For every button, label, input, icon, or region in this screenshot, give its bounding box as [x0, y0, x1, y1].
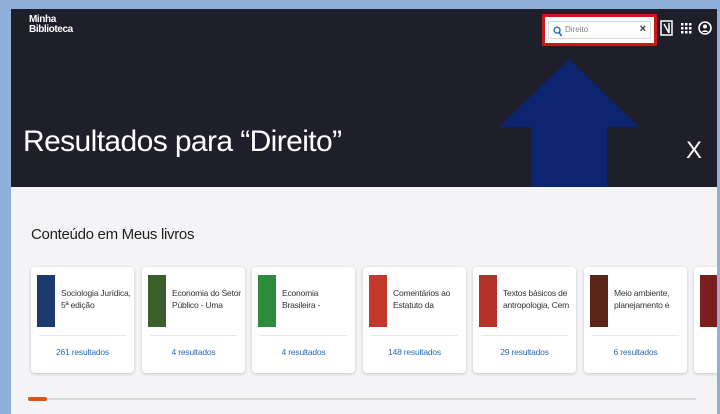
logo-line-2: Biblioteca: [29, 24, 73, 35]
page-title: Resultados para “Direito”: [23, 125, 342, 158]
book-card[interactable]: Comentários ao Estatuto da Criança... 14…: [363, 267, 466, 373]
book-cover: [37, 275, 55, 327]
card-divider: [39, 335, 126, 336]
book-title: Meio ambiente, planejamento e des...: [614, 288, 670, 313]
scrollbar-thumb[interactable]: [28, 397, 47, 401]
book-title: Economia Brasileira - Fundamentos e Atu.…: [282, 288, 339, 313]
book-title: Textos básicos de antropologia, Cem a...: [503, 288, 570, 313]
close-icon[interactable]: X: [686, 139, 702, 163]
book-cover: [258, 275, 276, 327]
card-divider: [592, 335, 679, 336]
app-window: Minha Biblioteca Direito × Resultados pa…: [11, 9, 717, 414]
book-cover: [148, 275, 166, 327]
card-divider: [260, 335, 347, 336]
book-title: Economia do Setor Público - Uma Abor...: [172, 288, 241, 313]
book-card[interactable]: Economia do Setor Público - Uma Abor... …: [142, 267, 245, 373]
apps-grid-icon[interactable]: [679, 20, 693, 36]
results-link[interactable]: 148 resultados: [363, 347, 466, 357]
book-title: Comentários ao Estatuto da Criança...: [393, 288, 451, 313]
results-link[interactable]: 261 resultados: [31, 347, 134, 357]
book-card[interactable]: Meio ambiente, planejamento e des... 6 r…: [584, 267, 687, 373]
results-link[interactable]: 4 resultados: [252, 347, 355, 357]
results-link[interactable]: 29 resultados: [473, 347, 576, 357]
card-divider: [481, 335, 568, 336]
card-divider: [371, 335, 458, 336]
user-account-icon[interactable]: [698, 20, 712, 36]
book-card[interactable]: Economia Brasileira - Fundamentos e Atu.…: [252, 267, 355, 373]
book-cover: [700, 275, 717, 327]
book-cover: [590, 275, 608, 327]
section-title: Conteúdo em Meus livros: [31, 226, 195, 243]
card-divider: [150, 335, 237, 336]
book-card[interactable]: Sociologia Jurídica, 5ª edição 261 resul…: [31, 267, 134, 373]
app-logo[interactable]: Minha Biblioteca: [29, 15, 73, 35]
pointer-arrow-icon: [499, 59, 639, 187]
book-cover: [369, 275, 387, 327]
book-cover: [479, 275, 497, 327]
book-title: Sociologia Jurídica, 5ª edição: [61, 288, 131, 310]
results-link[interactable]: 6 resultados: [584, 347, 687, 357]
scrollbar-track[interactable]: [31, 398, 696, 400]
book-card[interactable]: Textos básicos de antropologia, Cem a...…: [473, 267, 576, 373]
book-card-partial[interactable]: [694, 267, 717, 373]
search-icon: [553, 26, 562, 37]
results-link[interactable]: 4 resultados: [142, 347, 245, 357]
notebook-icon[interactable]: [660, 20, 674, 36]
clear-icon[interactable]: ×: [640, 23, 646, 35]
search-input[interactable]: Direito ×: [548, 21, 651, 39]
search-value: Direito: [565, 25, 589, 34]
header: Minha Biblioteca Direito × Resultados pa…: [11, 9, 717, 187]
search-highlight-box: Direito ×: [542, 14, 657, 46]
book-card-list: Sociologia Jurídica, 5ª edição 261 resul…: [23, 267, 717, 379]
